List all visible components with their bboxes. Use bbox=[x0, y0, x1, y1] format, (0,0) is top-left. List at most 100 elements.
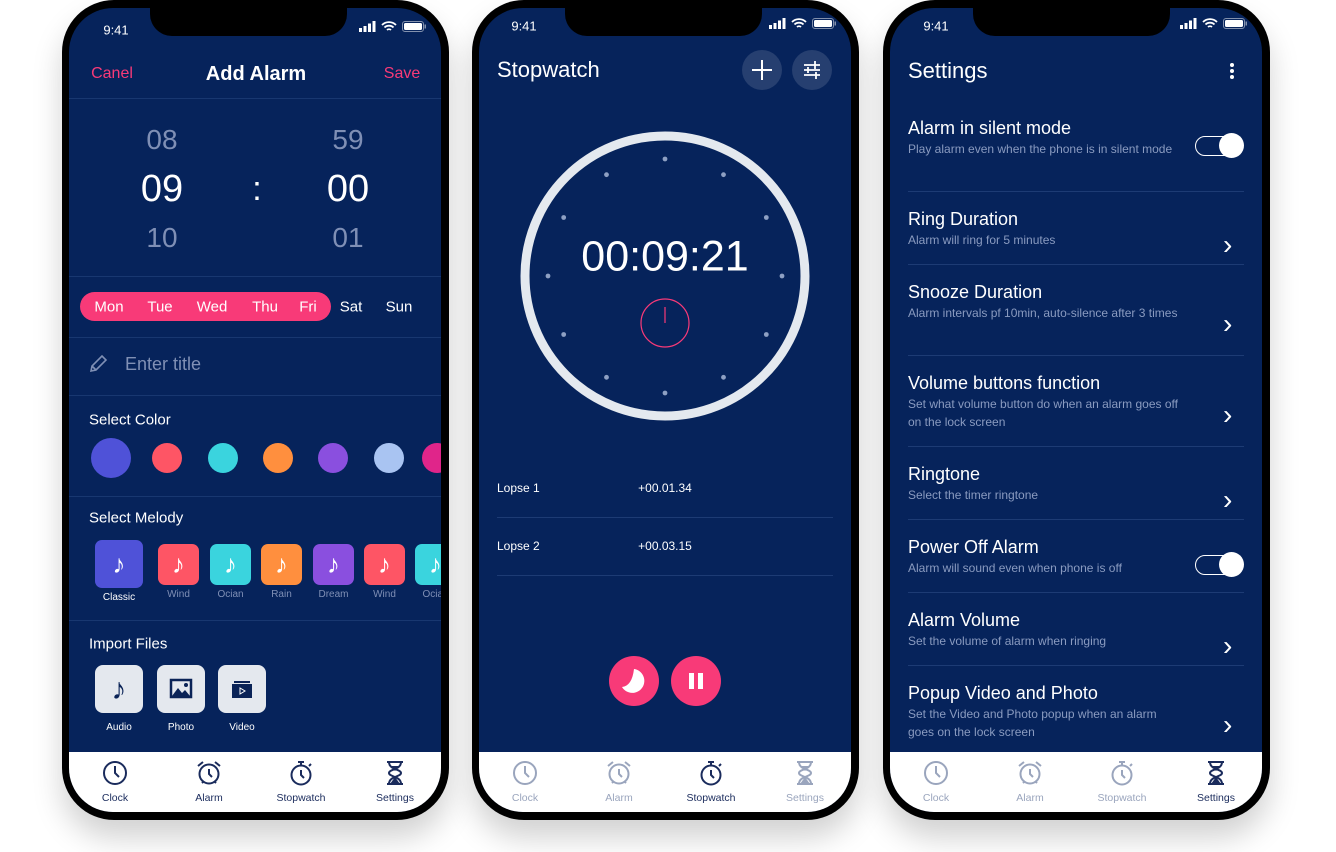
pencil-icon bbox=[89, 354, 108, 373]
more-options-icon[interactable] bbox=[1225, 61, 1239, 81]
wifi-icon bbox=[791, 18, 807, 28]
pause-button[interactable] bbox=[671, 656, 721, 706]
title-input[interactable]: Enter title bbox=[125, 355, 201, 373]
nav-item-stopwatch[interactable]: Stopwatch bbox=[1082, 752, 1162, 812]
bottom-nav: Clock Alarm Stopwatch Settings bbox=[69, 752, 441, 812]
nav-item-stopwatch[interactable]: Stopwatch bbox=[671, 752, 751, 812]
import-video-button[interactable] bbox=[218, 665, 266, 713]
adjust-button[interactable] bbox=[792, 50, 832, 90]
nav-item-stopwatch[interactable]: Stopwatch bbox=[261, 752, 341, 812]
signal-icon bbox=[1180, 18, 1197, 29]
image-icon bbox=[169, 678, 193, 699]
day-tue[interactable]: Tue bbox=[147, 300, 172, 315]
divider bbox=[908, 519, 1244, 520]
settings-item-subtitle: Set the Video and Photo popup when an al… bbox=[908, 707, 1157, 739]
dial-tick bbox=[561, 332, 567, 337]
pause-icon bbox=[689, 673, 703, 689]
divider bbox=[908, 264, 1244, 265]
add-button[interactable] bbox=[742, 50, 782, 90]
settings-item-subtitle: Alarm will ring for 5 minutes bbox=[908, 233, 1056, 247]
status-time: 9:41 bbox=[923, 18, 949, 34]
status-icons bbox=[359, 21, 426, 32]
nav-item-settings[interactable]: Settings bbox=[1176, 752, 1256, 812]
melody-tile[interactable]: ♪ bbox=[158, 544, 199, 585]
melody-tile[interactable]: ♪ bbox=[313, 544, 354, 585]
minute-next[interactable]: 01 bbox=[332, 224, 363, 252]
nav-label: Alarm bbox=[195, 792, 223, 804]
battery-icon bbox=[812, 18, 836, 29]
color-swatch[interactable] bbox=[374, 443, 404, 473]
toggle-switch[interactable] bbox=[1195, 133, 1244, 158]
hour-current[interactable]: 09 bbox=[141, 170, 183, 208]
divider bbox=[908, 665, 1244, 666]
nav-item-settings[interactable]: Settings bbox=[355, 752, 435, 812]
melody-tile[interactable]: ♪ bbox=[210, 544, 251, 585]
melody-tile[interactable]: ♪ bbox=[364, 544, 405, 585]
settings-item-title: Popup Video and Photo bbox=[908, 683, 1098, 703]
nav-label: Clock bbox=[922, 792, 950, 804]
page-title: Add Alarm bbox=[205, 63, 307, 85]
alarm-icon bbox=[607, 761, 631, 785]
day-fri[interactable]: Fri bbox=[299, 300, 317, 315]
settings-item-subtitle: Select the timer ringtone bbox=[908, 488, 1039, 502]
dial-tick bbox=[662, 156, 668, 162]
divider bbox=[69, 98, 441, 99]
divider bbox=[908, 446, 1244, 447]
nav-item-alarm[interactable]: Alarm bbox=[990, 752, 1070, 812]
notch bbox=[565, 8, 762, 36]
day-mon[interactable]: Mon bbox=[94, 300, 123, 315]
cancel-button[interactable]: Canel bbox=[91, 66, 133, 82]
stopwatch-icon bbox=[700, 761, 722, 786]
settings-screen: 9:41 Settings Alarm in silent mode Play a… bbox=[890, 8, 1262, 812]
chevron-right-icon[interactable]: › bbox=[1223, 308, 1232, 340]
nav-item-clock[interactable]: Clock bbox=[485, 752, 565, 812]
day-wed[interactable]: Wed bbox=[197, 300, 228, 315]
melody-tile[interactable]: ♪ bbox=[261, 544, 302, 585]
divider bbox=[497, 575, 833, 576]
nav-item-alarm[interactable]: Alarm bbox=[579, 752, 659, 812]
settings-item-subtitle: Set the volume of alarm when ringing bbox=[908, 634, 1107, 648]
chevron-right-icon[interactable]: › bbox=[1223, 630, 1232, 662]
nav-label: Alarm bbox=[1016, 792, 1044, 804]
lap-name: Lopse 2 bbox=[497, 539, 540, 553]
color-swatch[interactable] bbox=[263, 443, 293, 473]
nav-item-settings[interactable]: Settings bbox=[765, 752, 845, 812]
chevron-right-icon[interactable]: › bbox=[1223, 709, 1232, 741]
melody-tile[interactable]: ♪ bbox=[95, 540, 143, 588]
hour-next[interactable]: 10 bbox=[146, 224, 177, 252]
day-sun[interactable]: Sun bbox=[386, 300, 413, 315]
day-sat[interactable]: Sat bbox=[340, 300, 363, 315]
page-title: Stopwatch bbox=[497, 57, 600, 82]
day-thu[interactable]: Thu bbox=[252, 300, 278, 315]
import-audio-button[interactable]: ♪ bbox=[95, 665, 143, 713]
color-swatch[interactable] bbox=[422, 443, 441, 473]
music-note-icon: ♪ bbox=[172, 549, 185, 579]
hour-prev[interactable]: 08 bbox=[146, 126, 177, 154]
nav-item-clock[interactable]: Clock bbox=[896, 752, 976, 812]
lap-button[interactable] bbox=[609, 656, 659, 706]
lap-split: +00.01.34 bbox=[638, 481, 692, 495]
color-swatch[interactable] bbox=[91, 438, 131, 478]
chevron-right-icon[interactable]: › bbox=[1223, 484, 1232, 516]
save-button[interactable]: Save bbox=[384, 66, 420, 82]
minute-current[interactable]: 00 bbox=[327, 170, 369, 208]
color-swatch[interactable] bbox=[318, 443, 348, 473]
settings-item-title: Volume buttons function bbox=[908, 373, 1101, 393]
nav-item-clock[interactable]: Clock bbox=[75, 752, 155, 812]
toggle-switch[interactable] bbox=[1195, 552, 1244, 577]
minute-prev[interactable]: 59 bbox=[332, 126, 363, 154]
lap-split: +00.03.15 bbox=[638, 539, 692, 553]
alarm-icon bbox=[197, 761, 221, 785]
nav-item-alarm[interactable]: Alarm bbox=[169, 752, 249, 812]
color-swatch[interactable] bbox=[152, 443, 182, 473]
chevron-right-icon[interactable]: › bbox=[1223, 399, 1232, 431]
dial-tick bbox=[763, 215, 769, 220]
settings-item-title: Alarm Volume bbox=[908, 610, 1021, 630]
nav-label: Clock bbox=[511, 792, 539, 804]
plus-icon bbox=[752, 60, 772, 80]
battery-icon bbox=[1223, 18, 1247, 29]
color-swatch[interactable] bbox=[208, 443, 238, 473]
import-photo-button[interactable] bbox=[157, 665, 205, 713]
chevron-right-icon[interactable]: › bbox=[1223, 229, 1232, 261]
melody-tile[interactable]: ♪ bbox=[415, 544, 441, 585]
